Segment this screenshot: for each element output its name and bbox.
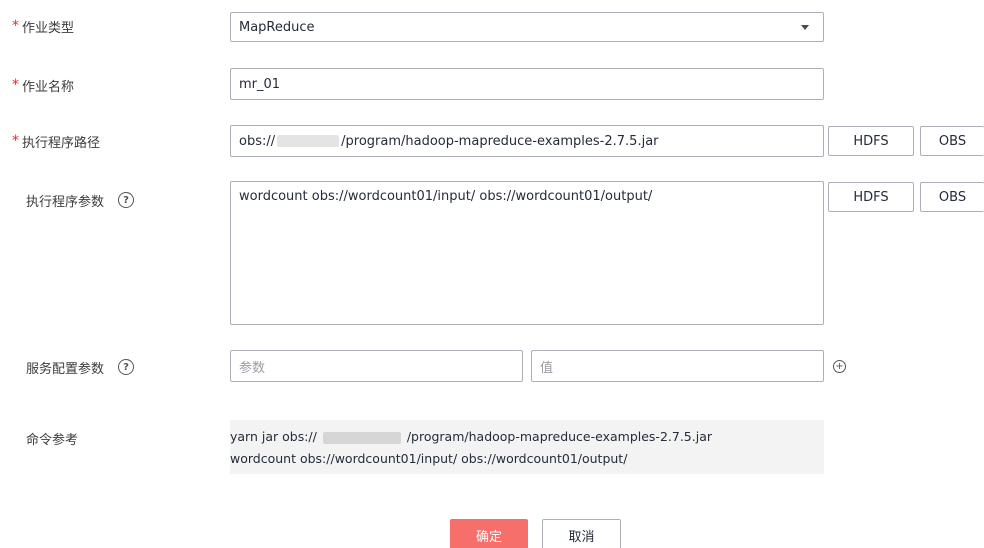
program-path-prefix: obs:// bbox=[239, 133, 276, 149]
command-ref-label-text: 命令参考 bbox=[26, 432, 79, 448]
command-line-1-prefix: yarn jar obs:// bbox=[230, 429, 317, 444]
redacted-bucket bbox=[322, 431, 401, 444]
command-line-1-suffix: /program/hadoop-mapreduce-examples-2.7.5… bbox=[406, 429, 712, 444]
cancel-button[interactable]: 取消 bbox=[542, 519, 621, 548]
param-placeholder: 参数 bbox=[239, 360, 266, 376]
required-mark: * bbox=[12, 77, 19, 93]
confirm-button[interactable]: 确定 bbox=[450, 519, 528, 548]
program-params-label-text: 执行程序参数 bbox=[26, 194, 105, 210]
command-line-1: yarn jar obs:// /program/hadoop-mapreduc… bbox=[230, 426, 824, 448]
service-config-label: 服务配置参数 ? bbox=[26, 357, 135, 377]
required-mark: * bbox=[12, 18, 19, 34]
help-icon[interactable]: ? bbox=[118, 359, 135, 375]
value-placeholder: 值 bbox=[540, 360, 554, 376]
job-type-label: * 作业类型 bbox=[12, 16, 74, 36]
redacted-bucket bbox=[277, 135, 340, 147]
program-path-hdfs-button[interactable]: HDFS bbox=[828, 126, 914, 156]
job-type-select[interactable]: MapReduce bbox=[230, 12, 824, 42]
service-config-value-input[interactable]: 值 bbox=[531, 350, 824, 382]
command-line-2: wordcount obs://wordcount01/input/ obs:/… bbox=[230, 451, 628, 466]
command-reference-box: yarn jar obs:// /program/hadoop-mapreduc… bbox=[230, 420, 824, 474]
job-name-value: mr_01 bbox=[239, 76, 281, 92]
program-path-obs-button[interactable]: OBS bbox=[920, 126, 984, 156]
job-type-value: MapReduce bbox=[239, 19, 315, 35]
program-params-label: 执行程序参数 ? bbox=[26, 190, 135, 210]
program-params-textarea[interactable]: wordcount obs://wordcount01/input/ obs:/… bbox=[230, 181, 824, 325]
service-config-label-text: 服务配置参数 bbox=[26, 361, 105, 377]
required-mark: * bbox=[12, 133, 19, 149]
job-name-label: * 作业名称 bbox=[12, 75, 74, 95]
program-params-value: wordcount obs://wordcount01/input/ obs:/… bbox=[239, 189, 653, 204]
job-name-input[interactable]: mr_01 bbox=[230, 68, 824, 100]
job-type-label-text: 作业类型 bbox=[22, 20, 75, 36]
chevron-down-icon bbox=[801, 25, 809, 30]
program-params-obs-button[interactable]: OBS bbox=[920, 182, 984, 212]
plus-circle-icon[interactable]: + bbox=[833, 360, 846, 373]
program-path-label: * 执行程序路径 bbox=[12, 131, 100, 151]
program-path-label-text: 执行程序路径 bbox=[22, 135, 101, 151]
job-form-page: * 作业类型 MapReduce * 作业名称 mr_01 * 执行程序路径 o… bbox=[0, 0, 984, 548]
job-name-label-text: 作业名称 bbox=[22, 79, 75, 95]
program-params-hdfs-button[interactable]: HDFS bbox=[828, 182, 914, 212]
program-path-suffix: /program/hadoop-mapreduce-examples-2.7.5… bbox=[341, 133, 659, 149]
program-path-input[interactable]: obs:// /program/hadoop-mapreduce-example… bbox=[230, 125, 824, 157]
command-ref-label: 命令参考 bbox=[26, 428, 78, 448]
service-config-param-input[interactable]: 参数 bbox=[230, 350, 523, 382]
help-icon[interactable]: ? bbox=[118, 192, 135, 208]
